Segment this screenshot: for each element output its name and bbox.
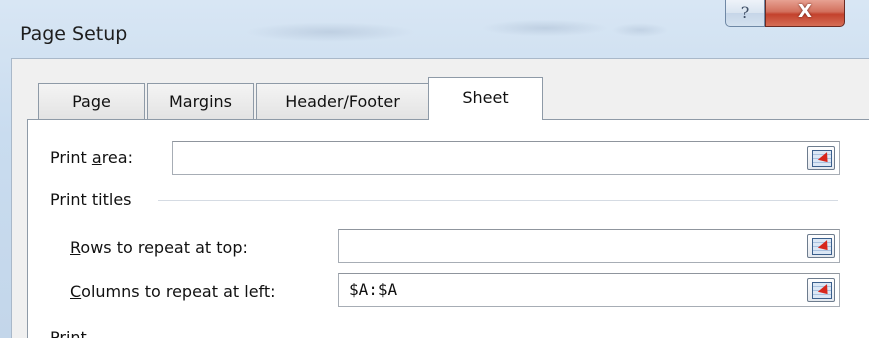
cols-repeat-label: Columns to repeat at left: [70, 282, 276, 301]
close-icon: X [798, 1, 812, 22]
cols-repeat-input[interactable]: $A:$A [338, 273, 840, 307]
print-titles-label: Print titles [50, 190, 132, 209]
tab-sheet[interactable]: Sheet [428, 77, 543, 120]
rows-repeat-input[interactable] [338, 229, 840, 263]
help-button[interactable]: ? [725, 0, 765, 27]
print-area-label: Print area: [50, 148, 133, 167]
rows-repeat-label: Rows to repeat at top: [70, 238, 248, 257]
print-area-collapse-button[interactable] [807, 146, 835, 170]
page-setup-dialog: Page Setup ? X Page Margins Header/Foote… [0, 0, 869, 338]
print-area-input[interactable] [172, 141, 840, 175]
tab-header-footer[interactable]: Header/Footer [256, 83, 429, 119]
cols-repeat-collapse-button[interactable] [807, 278, 835, 302]
close-button[interactable]: X [765, 0, 845, 27]
tab-margins[interactable]: Margins [147, 83, 254, 119]
tab-page[interactable]: Page [38, 83, 145, 119]
rows-repeat-collapse-button[interactable] [807, 234, 835, 258]
print-section-label: Print [50, 328, 87, 338]
group-divider [158, 200, 838, 201]
help-icon: ? [740, 3, 750, 22]
dialog-title: Page Setup [20, 23, 128, 45]
